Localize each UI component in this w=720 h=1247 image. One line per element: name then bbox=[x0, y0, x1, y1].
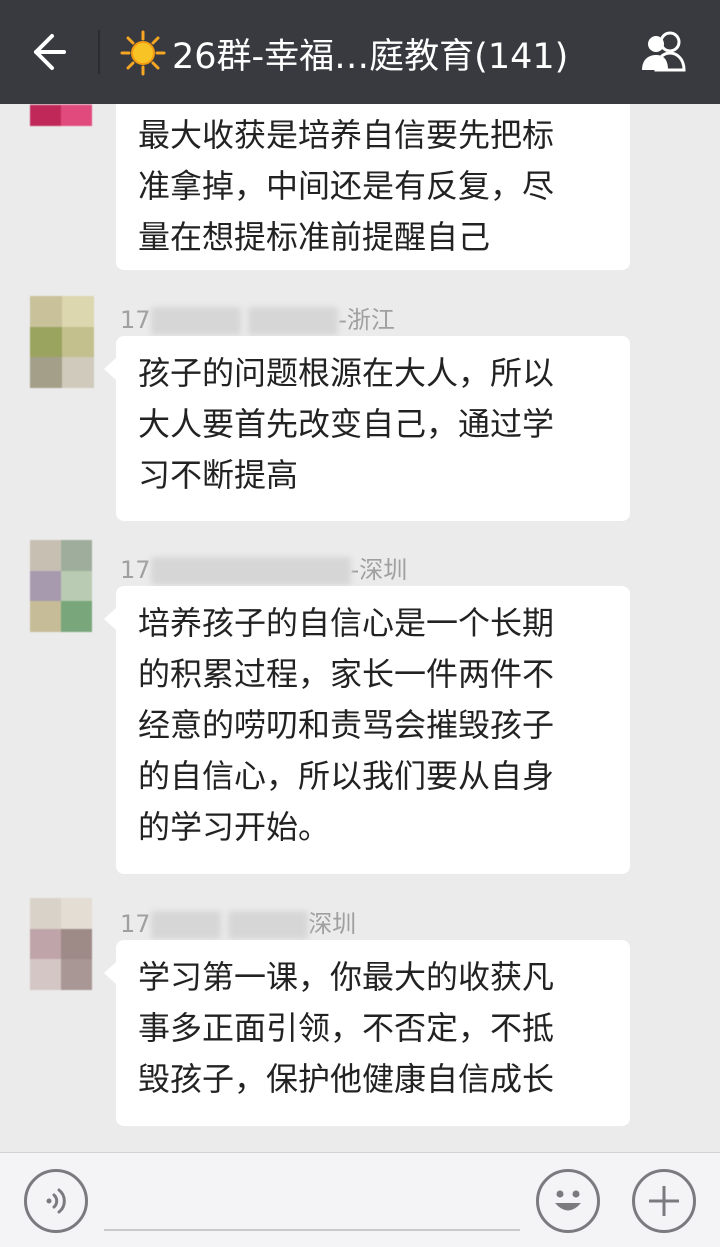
message-bubble[interactable]: 孩子的问题根源在大人，所以 大人要首先改变自己，通过学 习不断提高 bbox=[104, 336, 630, 521]
sender-meta: 17 -深圳 bbox=[120, 556, 408, 585]
chat-title-area: 26群-幸福…庭教育(141) bbox=[120, 28, 568, 78]
voice-input-icon[interactable] bbox=[24, 1169, 88, 1233]
message-bubble[interactable]: 学习第一课，你最大的收获凡 事多正面引领，不否定，不抵 毁孩子，保护他健康自信成… bbox=[104, 940, 630, 1126]
input-toolbar bbox=[0, 1152, 720, 1247]
sender-meta: 17 深圳 bbox=[120, 910, 357, 939]
header-divider bbox=[98, 30, 100, 74]
avatar[interactable] bbox=[30, 296, 94, 388]
back-arrow-icon[interactable] bbox=[22, 30, 76, 74]
plus-icon[interactable] bbox=[632, 1169, 696, 1233]
avatar[interactable] bbox=[30, 104, 92, 126]
avatar[interactable] bbox=[30, 540, 92, 632]
chat-header: 26群-幸福…庭教育(141) bbox=[0, 0, 720, 104]
avatar[interactable] bbox=[30, 898, 92, 990]
message-bubble[interactable]: 培养孩子的自信心是一个长期 的积累过程，家长一件两件不 经意的唠叨和责骂会摧毁孩… bbox=[104, 586, 630, 874]
emoji-icon[interactable] bbox=[536, 1169, 600, 1233]
chat-message-list[interactable]: 最大收获是培养自信要先把标 准拿掉，中间还是有反复，尽 量在想提标准前提醒自己 … bbox=[0, 104, 720, 1152]
chat-title: 26群-幸福…庭教育(141) bbox=[172, 36, 569, 77]
message-input[interactable] bbox=[104, 1229, 520, 1231]
sender-meta: 17 -浙江 bbox=[120, 306, 395, 335]
sun-emoji-icon bbox=[120, 30, 166, 76]
group-members-icon[interactable] bbox=[634, 28, 694, 76]
message-bubble[interactable]: 最大收获是培养自信要先把标 准拿掉，中间还是有反复，尽 量在想提标准前提醒自己 bbox=[116, 104, 630, 270]
